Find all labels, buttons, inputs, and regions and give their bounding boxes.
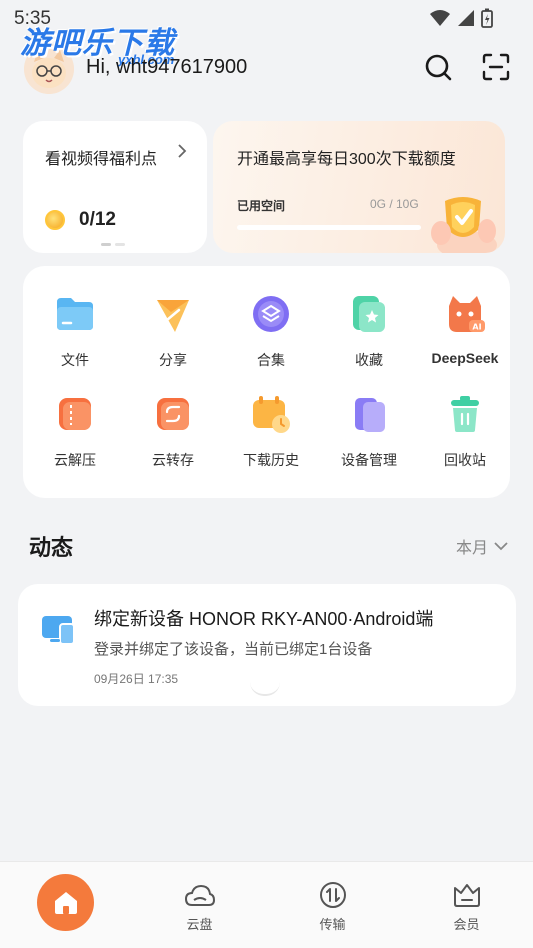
recycle-bin-icon (451, 396, 479, 432)
tile-cloud-transfer-label: 云转存 (152, 452, 194, 468)
status-icons (429, 8, 493, 28)
tile-files[interactable]: 文件 (26, 292, 124, 370)
tile-deepseek-label: DeepSeek (431, 350, 499, 366)
deepseek-ai-icon: AI (449, 296, 485, 332)
activity-filter-label: 本月 (456, 540, 489, 557)
scan-icon (482, 53, 510, 81)
folder-icon (57, 298, 93, 330)
greeting: Hi, wht947617900 (86, 56, 248, 78)
nav-cloud-disk-label: 云盘 (186, 917, 213, 932)
activity-time: 09月26日 17:35 (94, 672, 179, 686)
tile-collection-label: 合集 (257, 352, 285, 368)
tile-share[interactable]: 分享 (124, 292, 222, 370)
tile-download-history-label: 下载历史 (243, 452, 299, 468)
transfer-icon (319, 882, 346, 908)
tile-share-label: 分享 (159, 352, 187, 368)
tile-recycle-bin[interactable]: 回收站 (416, 392, 514, 470)
chevron-right-icon (178, 144, 187, 158)
device-manage-icon (355, 398, 385, 432)
vip-shield-icon (431, 197, 497, 253)
loading-indicator (250, 682, 280, 696)
device-monitor-icon (42, 616, 75, 645)
nav-transfer[interactable]: 传输 (266, 862, 399, 948)
coin-icon (45, 210, 65, 230)
space-label: 已用空间 (237, 199, 286, 213)
tile-cloud-unzip-label: 云解压 (54, 452, 96, 468)
tile-download-history[interactable]: 下载历史 (222, 392, 320, 470)
activity-description: 登录并绑定了该设备，当前已绑定1台设备 (94, 641, 373, 658)
tile-favorites-label: 收藏 (355, 352, 383, 368)
vip-card[interactable]: 开通最高享每日300次下载额度 已用空间 0G / 10G (213, 121, 505, 253)
chevron-down-icon (494, 541, 508, 550)
wifi-icon (430, 10, 450, 26)
welfare-card[interactable]: 看视频得福利点 0/12 (23, 121, 207, 253)
favorites-icon (353, 296, 385, 332)
vip-promo: 开通最高享每日300次下载额度 (237, 151, 456, 168)
activity-item[interactable]: 绑定新设备 HONOR RKY-AN00·Android端 登录并绑定了该设备，… (18, 584, 516, 706)
home-button[interactable] (37, 874, 94, 931)
battery-icon (481, 8, 493, 28)
signal-icon (458, 10, 474, 26)
activity-month-filter[interactable]: 本月 (456, 534, 508, 558)
activity-title: 动态 (29, 535, 74, 560)
tile-recycle-bin-label: 回收站 (444, 452, 486, 468)
nav-home[interactable] (0, 862, 133, 948)
tile-cloud-unzip[interactable]: 云解压 (26, 392, 124, 470)
svg-text:AI: AI (472, 323, 481, 332)
activity-heading: 绑定新设备 HONOR RKY-AN00·Android端 (94, 609, 434, 629)
download-history-icon (253, 396, 290, 433)
welfare-title: 看视频得福利点 (45, 151, 158, 168)
tile-deepseek[interactable]: AI DeepSeek (416, 292, 514, 366)
tile-favorites[interactable]: 收藏 (320, 292, 418, 370)
welfare-progress: 0/12 (79, 209, 116, 230)
tile-collection[interactable]: 合集 (222, 292, 320, 370)
feature-grid: 文件 分享 合集 收藏 AI DeepSeek 云解压 云转存 下载历史 设备管… (23, 266, 510, 498)
space-value: 0G / 10G (370, 197, 419, 211)
tile-cloud-transfer[interactable]: 云转存 (124, 392, 222, 470)
nav-member[interactable]: 会员 (400, 862, 533, 948)
cloud-icon (184, 884, 215, 906)
tile-device-manage[interactable]: 设备管理 (320, 392, 418, 470)
transfer-save-icon (157, 398, 189, 430)
search-icon (425, 54, 452, 81)
search-button[interactable] (421, 50, 455, 84)
crown-icon (453, 884, 480, 907)
collection-icon (253, 296, 289, 332)
bottom-nav: 云盘 传输 会员 (0, 861, 533, 948)
tile-device-manage-label: 设备管理 (341, 452, 397, 468)
nav-cloud-disk[interactable]: 云盘 (133, 862, 266, 948)
scan-button[interactable] (479, 50, 513, 84)
nav-member-label: 会员 (453, 917, 480, 932)
carousel-dots (101, 243, 125, 246)
unzip-icon (59, 398, 91, 430)
space-bar (237, 225, 421, 230)
nav-transfer-label: 传输 (319, 917, 346, 932)
tile-files-label: 文件 (61, 352, 89, 368)
share-icon (157, 300, 189, 332)
home-icon (54, 891, 77, 914)
